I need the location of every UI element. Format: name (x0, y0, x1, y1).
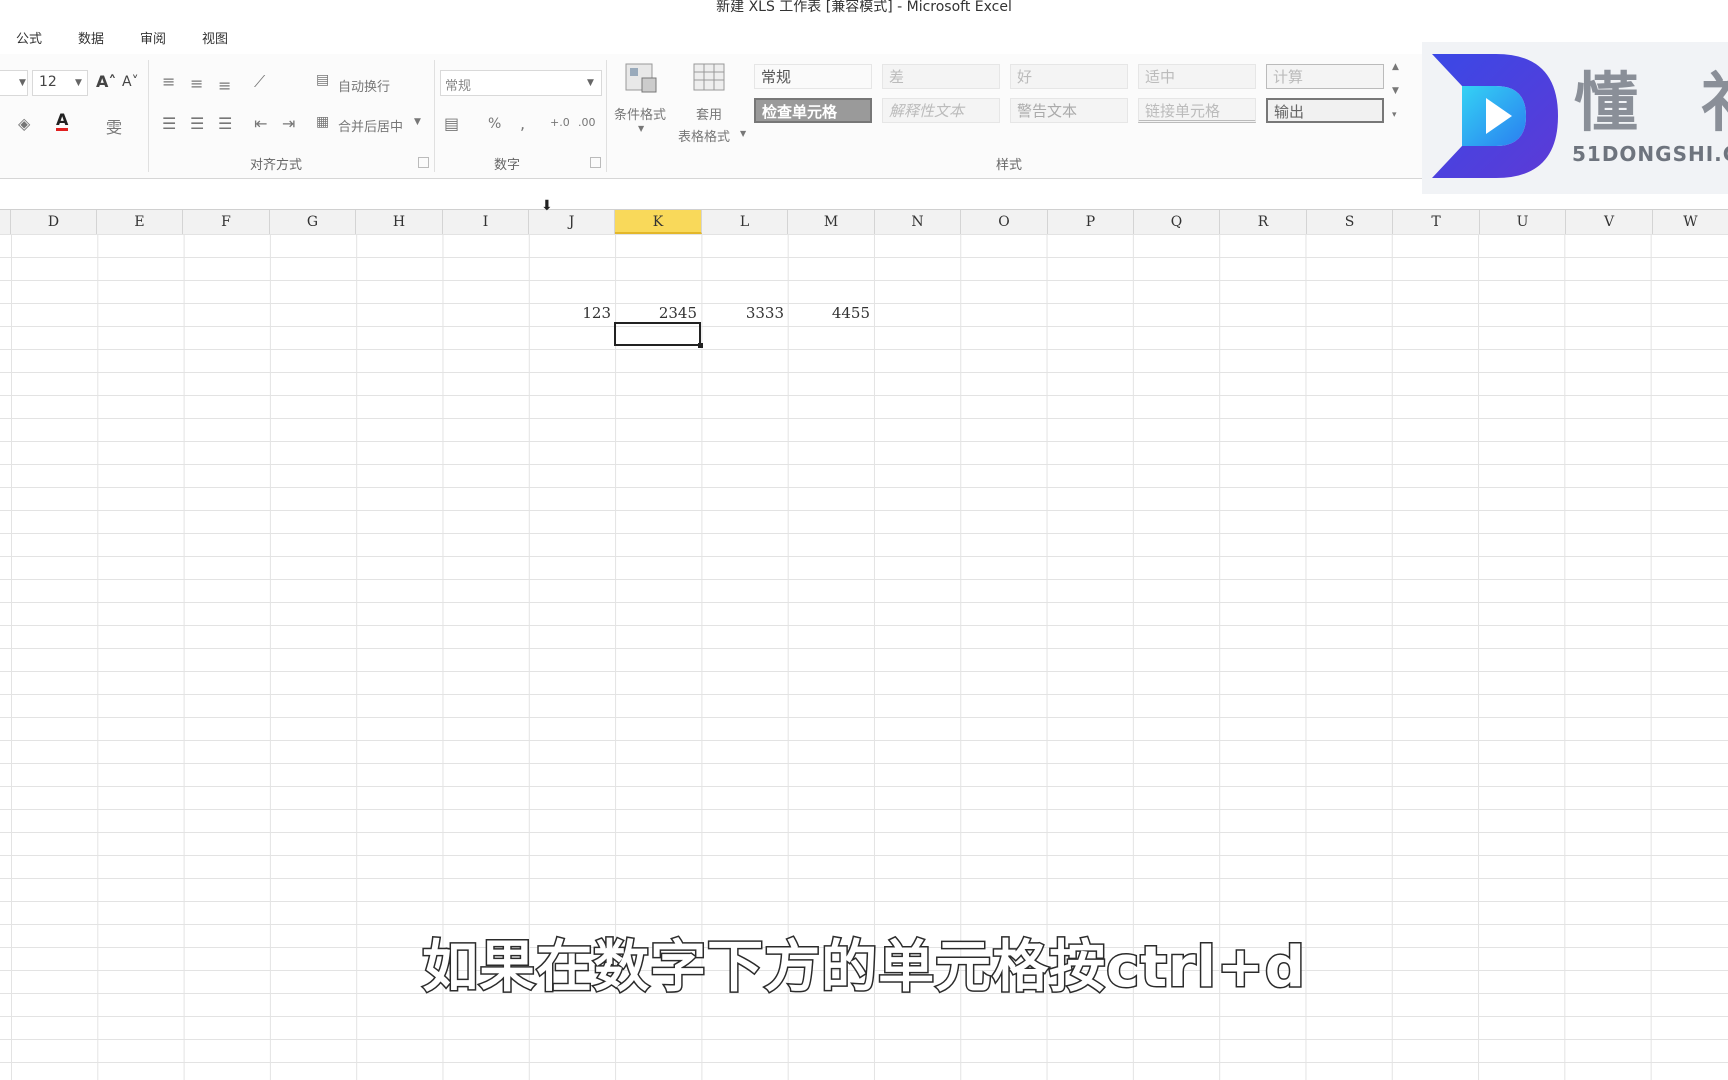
conditional-format-button[interactable]: 条件格式 (614, 104, 666, 123)
style-neutral[interactable]: 适中 (1138, 64, 1256, 89)
style-good[interactable]: 好 (1010, 64, 1128, 89)
grow-font-button[interactable]: A˄ (96, 72, 116, 91)
chevron-down-icon: ▼ (587, 78, 594, 88)
alignment-launcher-icon[interactable] (418, 157, 429, 168)
alignment-group-label: 对齐方式 (250, 158, 303, 173)
logo-domain-text: 51DONGSHI.C (1572, 142, 1728, 166)
number-group-label: 数字 (494, 158, 521, 173)
cell-m4[interactable]: 4455 (794, 304, 870, 322)
column-header-p[interactable]: P (1048, 210, 1134, 234)
column-header-w[interactable]: W (1653, 210, 1728, 234)
decrease-decimal-button[interactable]: .00 (578, 116, 596, 129)
fill-color-icon[interactable]: ◈ (18, 114, 30, 133)
format-table-label-2[interactable]: 表格格式 (678, 126, 730, 145)
column-header-e[interactable]: E (97, 210, 183, 234)
chevron-down-icon[interactable]: ▼ (414, 117, 421, 127)
group-separator (434, 60, 435, 172)
increase-decimal-button[interactable]: +.0 (550, 116, 570, 129)
merge-center-button[interactable]: 合并后居中 (338, 116, 403, 135)
column-header-u[interactable]: U (1480, 210, 1566, 234)
accounting-format-icon[interactable]: ▤ (444, 114, 459, 133)
style-calculation[interactable]: 计算 (1266, 64, 1384, 89)
video-subtitle: 如果在数字下方的单元格按ctrl+d (421, 934, 1307, 1002)
watermark-logo: 懂 祁 51DONGSHI.C (1422, 42, 1728, 194)
style-bad[interactable]: 差 (882, 64, 1000, 89)
active-cell-k5[interactable] (614, 322, 701, 346)
number-format-dropdown[interactable]: 常规 ▼ (440, 70, 602, 96)
font-size-value: 12 (39, 74, 57, 90)
menu-data[interactable]: 数据 (78, 28, 104, 47)
column-header-m[interactable]: M (788, 210, 875, 234)
menu-view[interactable]: 视图 (202, 28, 228, 47)
align-middle-icon[interactable]: ≡ (190, 74, 203, 93)
column-header-t[interactable]: T (1393, 210, 1480, 234)
fill-handle[interactable] (698, 343, 703, 348)
font-size-dropdown[interactable]: 12 ▼ (32, 70, 88, 96)
column-header-f[interactable]: F (183, 210, 270, 234)
column-header-bar: D E F G H I J K L M N O P Q R S T U V W (0, 209, 1728, 235)
font-name-dropdown[interactable]: ▼ (0, 70, 28, 96)
shrink-font-button[interactable]: A˅ (122, 74, 139, 90)
column-header-n[interactable]: N (875, 210, 961, 234)
menu-review[interactable]: 审阅 (140, 28, 166, 47)
window-title: 新建 XLS 工作表 [兼容模式] - Microsoft Excel (0, 0, 1728, 18)
ribbon: ▼ 12 ▼ A˄ A˅ ◈ A 雯 ≡ ≡ ≡ ⟋ ☰ ☰ ☰ ⇤ ⇥ ▤ 自… (0, 54, 1424, 179)
align-bottom-icon[interactable]: ≡ (218, 76, 231, 95)
cell-j4[interactable]: 123 (535, 304, 611, 322)
format-as-table-icon (692, 60, 728, 94)
number-launcher-icon[interactable] (590, 157, 601, 168)
style-normal[interactable]: 常规 (754, 64, 872, 89)
group-separator (148, 60, 149, 172)
menu-formulas[interactable]: 公式 (16, 28, 42, 47)
chevron-down-icon: ▼ (75, 78, 82, 88)
wrap-text-button[interactable]: 自动换行 (338, 76, 390, 95)
chevron-down-icon: ▼ (638, 124, 645, 133)
merge-center-icon: ▦ (316, 114, 330, 130)
column-header-q[interactable]: Q (1134, 210, 1220, 234)
column-header-i[interactable]: I (443, 210, 529, 234)
column-header-g[interactable]: G (270, 210, 356, 234)
gallery-scroll-down-icon[interactable]: ▼ (1392, 86, 1399, 96)
font-color-button[interactable]: A (56, 112, 69, 131)
column-header-partial (0, 210, 11, 234)
logo-brand-text: 懂 祁 (1574, 67, 1728, 141)
group-separator (606, 60, 607, 172)
column-header-v[interactable]: V (1566, 210, 1653, 234)
column-header-r[interactable]: R (1220, 210, 1307, 234)
conditional-format-icon (624, 60, 660, 94)
column-header-d[interactable]: D (11, 210, 97, 234)
style-output[interactable]: 输出 (1266, 98, 1384, 123)
gallery-more-icon[interactable]: ▾ (1392, 110, 1397, 120)
play-logo-icon (1432, 54, 1558, 178)
gallery-scroll-up-icon[interactable]: ▲ (1392, 62, 1399, 72)
chevron-down-icon: ▼ (19, 78, 26, 88)
number-format-value: 常规 (445, 79, 472, 94)
increase-indent-icon[interactable]: ⇥ (282, 114, 295, 133)
chevron-down-icon: ▼ (740, 129, 747, 138)
format-table-label-1[interactable]: 套用 (696, 104, 722, 123)
styles-group-label: 样式 (996, 158, 1023, 173)
cell-k4[interactable]: 2345 (621, 304, 697, 322)
comma-button[interactable]: , (520, 114, 525, 133)
pinyin-icon[interactable]: 雯 (106, 114, 122, 138)
decrease-indent-icon[interactable]: ⇤ (254, 114, 267, 133)
column-header-o[interactable]: O (961, 210, 1048, 234)
column-header-l[interactable]: L (702, 210, 788, 234)
column-header-h[interactable]: H (356, 210, 443, 234)
style-linked-cell[interactable]: 链接单元格 (1138, 98, 1256, 123)
orientation-icon[interactable]: ⟋ (254, 72, 265, 92)
style-explanatory[interactable]: 解释性文本 (882, 98, 1000, 123)
align-right-icon[interactable]: ☰ (218, 114, 232, 133)
align-left-icon[interactable]: ☰ (162, 114, 176, 133)
align-center-icon[interactable]: ☰ (190, 114, 204, 133)
percent-button[interactable]: % (488, 116, 501, 132)
column-resize-cursor-icon: ⬇ (541, 198, 553, 214)
wrap-text-icon: ▤ (316, 72, 330, 88)
column-header-k[interactable]: K (615, 210, 702, 234)
style-warning[interactable]: 警告文本 (1010, 98, 1128, 123)
column-header-s[interactable]: S (1307, 210, 1393, 234)
style-check-cell[interactable]: 检查单元格 (754, 98, 872, 123)
cell-l4[interactable]: 3333 (708, 304, 784, 322)
align-top-icon[interactable]: ≡ (162, 72, 175, 91)
